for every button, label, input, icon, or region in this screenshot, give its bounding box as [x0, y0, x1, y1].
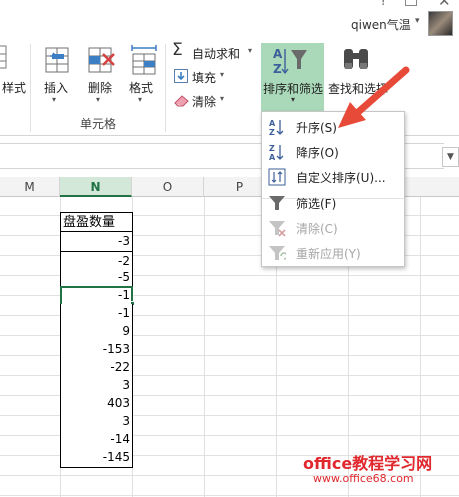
sort-descending-icon: Z A	[269, 144, 284, 161]
menu-item-label: 重新应用(Y)	[296, 247, 361, 261]
menu-item-label: 清除(C)	[296, 222, 338, 236]
svg-text:Z: Z	[269, 128, 275, 136]
table-row[interactable]: 9	[60, 322, 133, 342]
menu-item-filter[interactable]: 筛选(F)	[262, 191, 404, 214]
sort-and-filter-icon: A Z	[273, 47, 307, 76]
table-row[interactable]: 403	[60, 394, 133, 414]
table-header-cell[interactable]: 盘盈数量	[60, 212, 133, 232]
delete-caret: ▾	[96, 95, 101, 104]
close-button[interactable]: ✕	[438, 0, 451, 10]
menu-item-label: 自定义排序(U)...	[296, 171, 386, 185]
reapply-filter-icon	[269, 246, 286, 260]
annotation-arrow-icon	[338, 66, 410, 128]
ribbon-separator	[165, 44, 166, 132]
cell-styles-button[interactable]: 样式	[2, 79, 26, 96]
ribbon-separator	[30, 44, 31, 132]
sort-and-filter-caret: ▾	[291, 95, 296, 104]
table-row[interactable]: 3	[60, 412, 133, 432]
watermark-title: office教程学习网	[303, 454, 433, 473]
autosum-label: 自动求和	[192, 47, 241, 61]
column-header-o[interactable]: O	[132, 177, 204, 197]
insert-button[interactable]: 插入 ▾	[38, 42, 76, 112]
table-row[interactable]: -22	[60, 358, 133, 378]
eraser-icon	[174, 95, 189, 107]
format-label: 格式	[129, 81, 154, 95]
sigma-icon: Σ	[172, 40, 183, 60]
custom-sort-icon	[268, 168, 286, 186]
svg-text:A: A	[273, 47, 283, 61]
clear-caret: ▾	[220, 94, 225, 103]
fill-down-icon	[174, 69, 188, 83]
autosum-button[interactable]: Σ 自动求和 ▾	[172, 40, 258, 63]
insert-caret: ▾	[52, 95, 57, 104]
svg-text:A: A	[269, 153, 276, 161]
menu-item-reapply: 重新应用(Y)	[262, 241, 404, 264]
column-header-n[interactable]: N	[60, 177, 132, 197]
selected-cell[interactable]: -1	[60, 286, 133, 306]
svg-text:Z: Z	[273, 62, 282, 76]
fill-label: 填充	[192, 71, 217, 85]
menu-item-custom-sort[interactable]: 自定义排序(U)...	[262, 165, 404, 188]
clear-filter-icon	[269, 221, 286, 237]
clear-button[interactable]: 清除 ▾	[172, 91, 258, 111]
svg-text:A: A	[269, 119, 276, 128]
avatar[interactable]	[428, 11, 453, 36]
menu-item-label: 筛选(F)	[296, 197, 337, 211]
table-row[interactable]: -5	[60, 268, 133, 288]
insert-cells-icon	[45, 47, 69, 73]
table-row[interactable]: 3	[60, 376, 133, 396]
format-cells-icon	[131, 45, 157, 75]
table-row[interactable]: -1	[60, 304, 133, 324]
column-header-m[interactable]: M	[0, 177, 60, 197]
formula-bar-expand-button[interactable]: ▼	[442, 147, 459, 167]
format-caret: ▾	[138, 95, 143, 104]
table-row[interactable]: -3	[60, 232, 133, 252]
cells-group-label: 单元格	[80, 117, 117, 131]
help-button[interactable]: ?	[380, 0, 387, 9]
svg-text:Z: Z	[269, 144, 275, 153]
menu-item-label: 降序(O)	[296, 146, 339, 160]
user-menu-caret[interactable]: ▾	[415, 16, 420, 26]
format-button[interactable]: 格式 ▾	[125, 42, 163, 112]
clear-label: 清除	[192, 95, 217, 109]
table-row[interactable]: -14	[60, 430, 133, 450]
sort-ascending-icon: A Z	[269, 119, 284, 136]
cell-styles-icon	[0, 45, 7, 69]
ribbon-display-options-icon[interactable]	[405, 0, 417, 6]
filter-icon	[269, 196, 285, 210]
user-name[interactable]: qiwen气温	[351, 16, 411, 33]
table-row[interactable]: -153	[60, 340, 133, 360]
watermark-url: www.office68.com	[313, 472, 414, 485]
delete-button[interactable]: 删除 ▾	[83, 42, 121, 112]
delete-cells-icon	[88, 47, 115, 73]
table-row[interactable]: -145	[60, 448, 133, 468]
menu-item-clear-filter: 清除(C)	[262, 216, 404, 239]
autosum-caret: ▾	[248, 46, 253, 55]
delete-label: 删除	[88, 81, 113, 95]
fill-button[interactable]: 填充 ▾	[172, 67, 258, 87]
insert-label: 插入	[44, 81, 69, 95]
menu-item-sort-descending[interactable]: Z A 降序(O)	[262, 140, 404, 163]
fill-caret: ▾	[220, 70, 225, 79]
